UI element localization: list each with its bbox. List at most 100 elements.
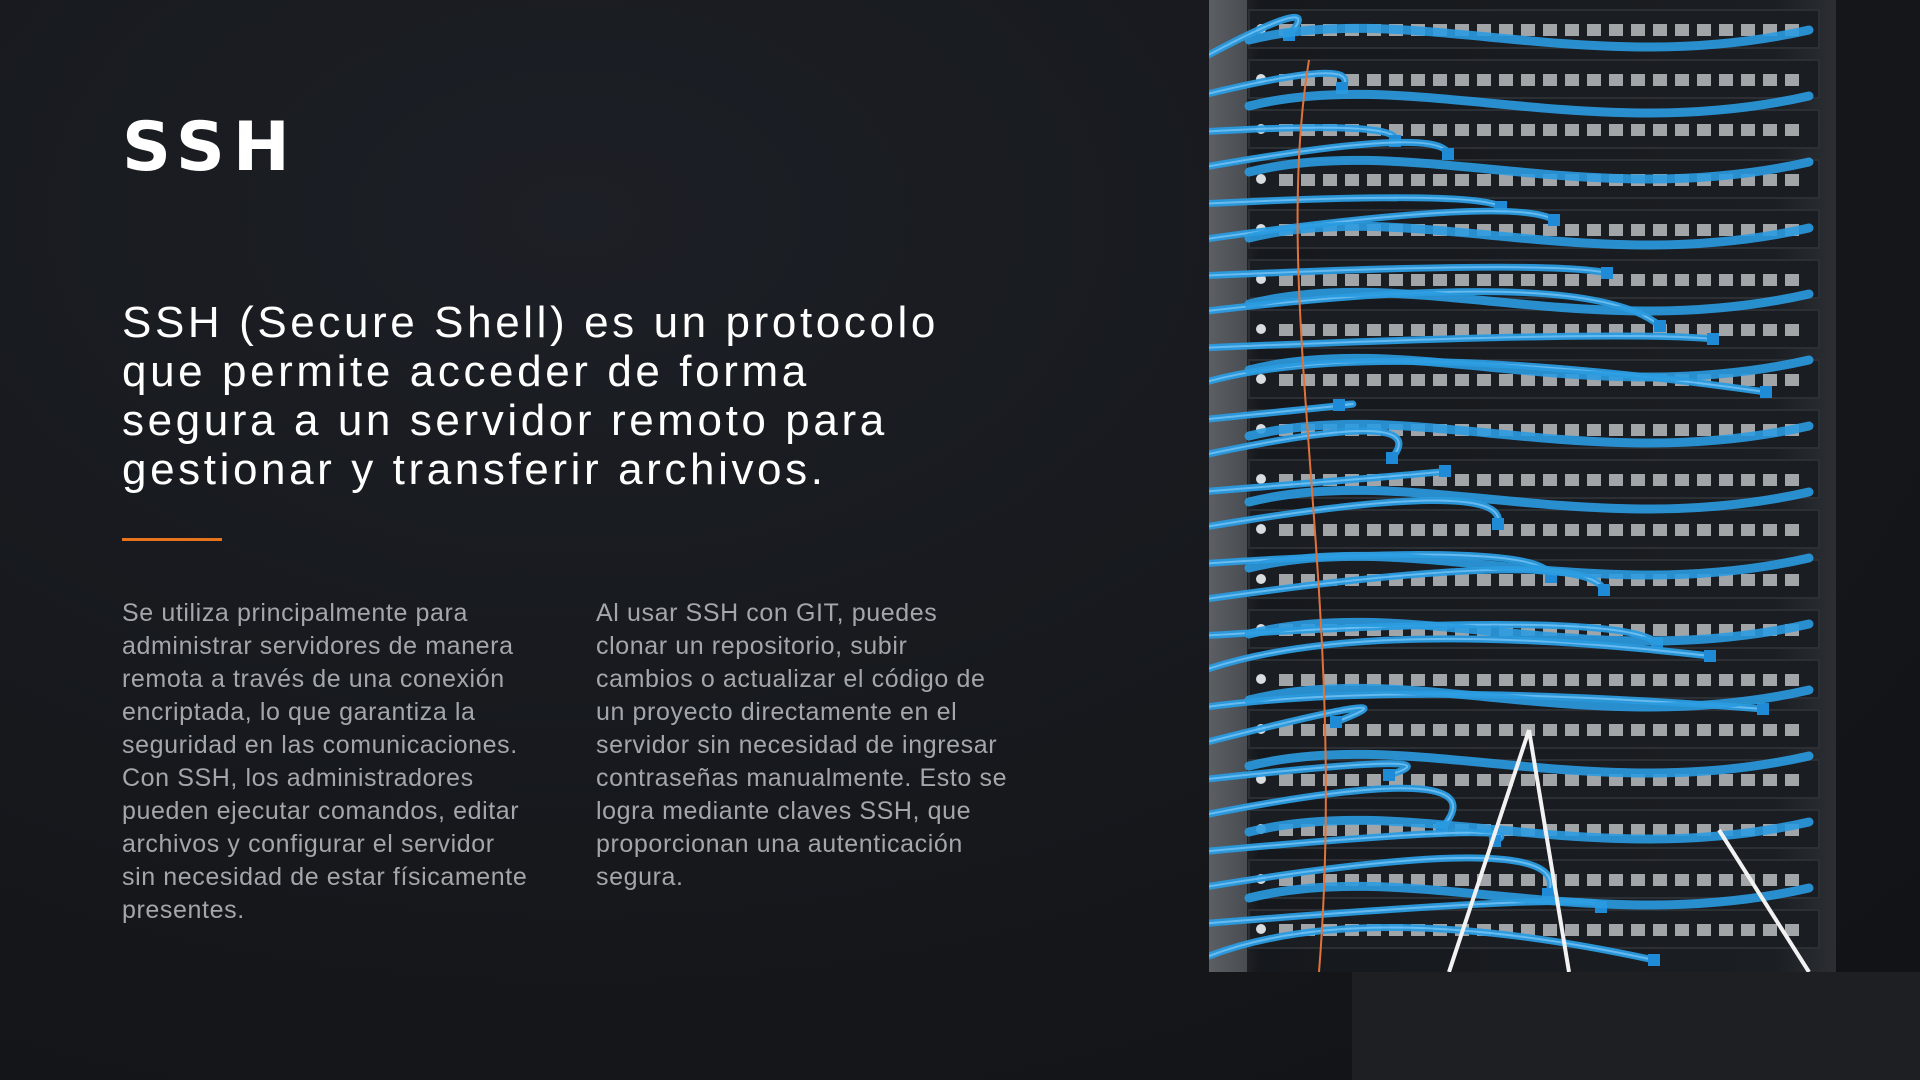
panel-port (1697, 924, 1711, 936)
panel-port (1565, 124, 1579, 136)
panel-port (1763, 174, 1777, 186)
panel-port (1279, 174, 1293, 186)
panel-port (1609, 724, 1623, 736)
panel-port (1741, 124, 1755, 136)
panel-port (1587, 724, 1601, 736)
panel-port (1565, 424, 1579, 436)
panel-port (1741, 274, 1755, 286)
panel-port (1653, 824, 1667, 836)
panel-port (1367, 74, 1381, 86)
panel-port (1499, 274, 1513, 286)
panel-port (1719, 674, 1733, 686)
cable-connector (1654, 320, 1666, 332)
panel-port (1675, 524, 1689, 536)
panel-port (1719, 774, 1733, 786)
panel-port (1785, 474, 1799, 486)
panel-port (1653, 124, 1667, 136)
panel-port (1763, 524, 1777, 536)
panel-port (1631, 424, 1645, 436)
panel-port (1345, 324, 1359, 336)
cable-connector (1386, 452, 1398, 464)
panel-port (1455, 124, 1469, 136)
panel-port (1565, 474, 1579, 486)
panel-port (1477, 124, 1491, 136)
panel-port (1697, 724, 1711, 736)
panel-port (1697, 274, 1711, 286)
panel-port (1741, 924, 1755, 936)
panel-port (1653, 624, 1667, 636)
panel-port (1697, 124, 1711, 136)
panel-port (1785, 874, 1799, 886)
panel-port (1785, 324, 1799, 336)
rack-screw (1256, 374, 1266, 384)
panel-port (1785, 74, 1799, 86)
panel-port (1631, 874, 1645, 886)
cable-connector (1333, 399, 1345, 411)
panel-port (1675, 874, 1689, 886)
panel-port (1411, 524, 1425, 536)
panel-port (1455, 174, 1469, 186)
panel-port (1785, 774, 1799, 786)
panel-port (1433, 524, 1447, 536)
panel-port (1433, 174, 1447, 186)
panel-port (1389, 374, 1403, 386)
panel-port (1345, 374, 1359, 386)
panel-port (1631, 924, 1645, 936)
panel-port (1697, 674, 1711, 686)
panel-port (1719, 874, 1733, 886)
panel-port (1697, 624, 1711, 636)
panel-port (1521, 474, 1535, 486)
panel-port (1389, 524, 1403, 536)
rack-screw (1256, 324, 1266, 334)
panel-port (1279, 324, 1293, 336)
panel-port (1587, 474, 1601, 486)
panel-port (1609, 124, 1623, 136)
panel-port (1675, 224, 1689, 236)
panel-port (1565, 774, 1579, 786)
panel-port (1521, 874, 1535, 886)
panel-port (1587, 224, 1601, 236)
panel-port (1785, 374, 1799, 386)
panel-port (1367, 724, 1381, 736)
panel-port (1741, 574, 1755, 586)
panel-port (1433, 874, 1447, 886)
panel-port (1301, 274, 1315, 286)
panel-port (1455, 324, 1469, 336)
panel-port (1433, 374, 1447, 386)
panel-port (1587, 124, 1601, 136)
panel-port (1719, 24, 1733, 36)
panel-port (1543, 724, 1557, 736)
panel-port (1587, 24, 1601, 36)
cable-connector (1707, 333, 1719, 345)
panel-port (1433, 274, 1447, 286)
panel-port (1521, 24, 1535, 36)
panel-port (1521, 574, 1535, 586)
cable-connector (1439, 465, 1451, 477)
panel-port (1763, 674, 1777, 686)
panel-port (1719, 324, 1733, 336)
panel-port (1411, 724, 1425, 736)
slide-title: SSH (122, 108, 298, 187)
cable-connector (1757, 703, 1769, 715)
cable-connector (1548, 214, 1560, 226)
panel-port (1323, 174, 1337, 186)
panel-port (1675, 424, 1689, 436)
panel-port (1631, 474, 1645, 486)
panel-port (1411, 124, 1425, 136)
panel-port (1301, 774, 1315, 786)
panel-port (1345, 174, 1359, 186)
panel-port (1719, 724, 1733, 736)
panel-port (1653, 74, 1667, 86)
panel-port (1719, 524, 1733, 536)
panel-port (1565, 674, 1579, 686)
panel-port (1301, 524, 1315, 536)
panel-port (1653, 24, 1667, 36)
panel-port (1411, 274, 1425, 286)
cable-connector (1383, 769, 1395, 781)
panel-port (1697, 24, 1711, 36)
panel-port (1631, 224, 1645, 236)
rack-screw (1256, 924, 1266, 934)
panel-port (1609, 674, 1623, 686)
slide: SSH SSH (Secure Shell) es un protocolo q… (0, 0, 1920, 1080)
panel-port (1719, 924, 1733, 936)
